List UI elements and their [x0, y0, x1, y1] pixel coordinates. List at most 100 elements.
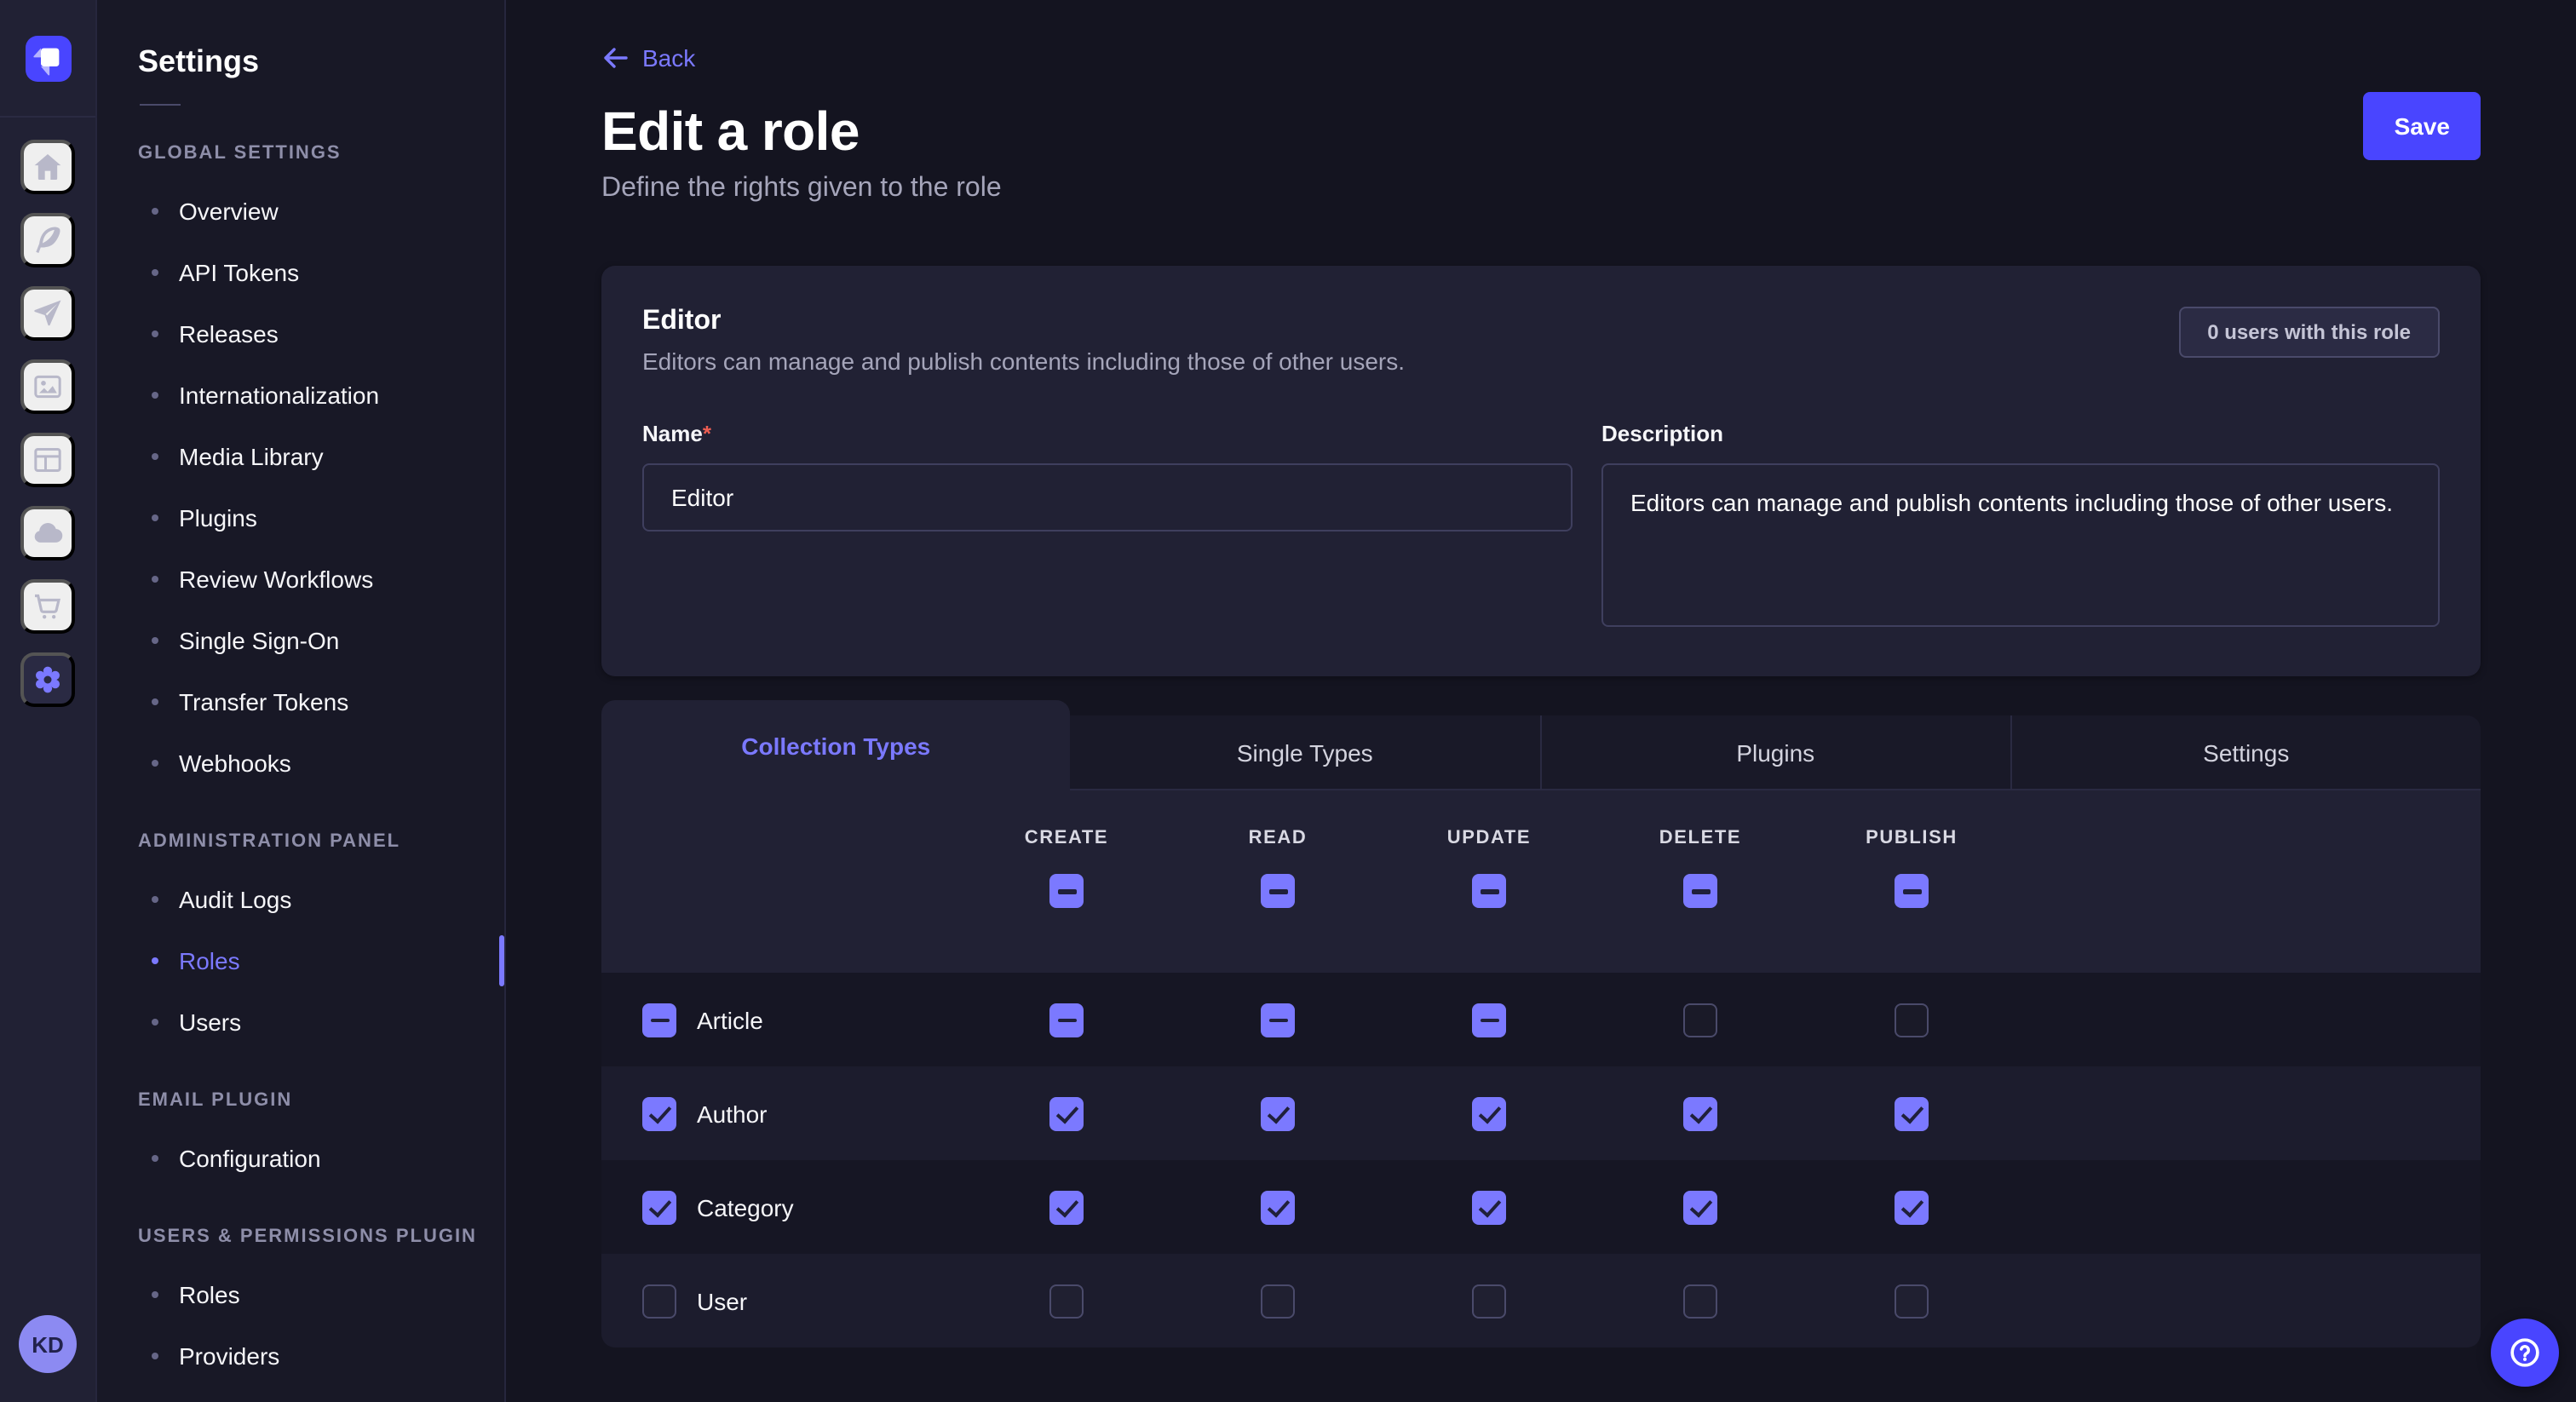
strapi-logo-icon	[25, 35, 71, 81]
nav-icon-list	[20, 140, 75, 726]
home-icon[interactable]	[20, 140, 75, 194]
tab-plugins[interactable]: Plugins	[1539, 715, 2010, 790]
list-item: Plugins	[97, 487, 504, 549]
permissions-tabs: Collection Types Single Types Plugins Se…	[601, 700, 2481, 790]
permission-cell	[1172, 1003, 1383, 1037]
checked-checkbox[interactable]	[1049, 1096, 1084, 1130]
indeterminate-checkbox[interactable]	[642, 1003, 676, 1037]
sidebar-item-audit-logs[interactable]: Audit Logs	[97, 869, 504, 930]
checked-checkbox[interactable]	[1683, 1190, 1717, 1224]
checked-checkbox[interactable]	[1683, 1096, 1717, 1130]
back-button[interactable]: Back	[601, 44, 695, 72]
unchecked-checkbox[interactable]	[1472, 1284, 1506, 1318]
tab-single-types[interactable]: Single Types	[1071, 715, 1540, 790]
sidebar-item-configuration[interactable]: Configuration	[97, 1128, 504, 1189]
user-avatar[interactable]: KD	[19, 1315, 77, 1373]
content-type-builder-icon[interactable]	[20, 433, 75, 487]
sidebar-item-webhooks[interactable]: Webhooks	[97, 733, 504, 794]
sidebar-item-media-library[interactable]: Media Library	[97, 426, 504, 487]
sidebar-item-users[interactable]: Users	[97, 991, 504, 1053]
unchecked-checkbox[interactable]	[1261, 1284, 1295, 1318]
name-input[interactable]	[642, 463, 1573, 531]
sidebar-item-single-sign-on[interactable]: Single Sign-On	[97, 610, 504, 671]
list-item: API Tokens	[97, 242, 504, 303]
sidebar-item-releases[interactable]: Releases	[97, 303, 504, 365]
permission-cell	[1383, 1284, 1595, 1318]
permission-column-update: UPDATE	[1383, 828, 1595, 973]
feather-icon[interactable]	[20, 213, 75, 267]
bullet-icon	[152, 760, 158, 767]
subnav-divider	[140, 104, 181, 106]
sidebar-item-label: Transfer Tokens	[179, 688, 348, 715]
main-content: Back Edit a role Define the rights given…	[506, 0, 2576, 1402]
sidebar-item-transfer-tokens[interactable]: Transfer Tokens	[97, 671, 504, 733]
unchecked-checkbox[interactable]	[1683, 1284, 1717, 1318]
unchecked-checkbox[interactable]	[1895, 1284, 1929, 1318]
sidebar-item-api-tokens[interactable]: API Tokens	[97, 242, 504, 303]
indeterminate-checkbox[interactable]	[1049, 1003, 1084, 1037]
permissions-table-header: CREATEREADUPDATEDELETEPUBLISH	[601, 790, 2481, 973]
checked-checkbox[interactable]	[1261, 1190, 1295, 1224]
checked-checkbox[interactable]	[1895, 1096, 1929, 1130]
settings-gear-icon[interactable]	[20, 652, 75, 707]
save-button[interactable]: Save	[2364, 92, 2481, 160]
role-title: Editor	[642, 307, 1405, 337]
sidebar-item-label: Review Workflows	[179, 566, 373, 593]
checked-checkbox[interactable]	[1049, 1190, 1084, 1224]
table-row-user: User	[601, 1254, 2481, 1347]
tab-collection-types[interactable]: Collection Types	[601, 700, 1071, 790]
indeterminate-checkbox[interactable]	[1472, 874, 1506, 908]
permission-cell	[1172, 1190, 1383, 1224]
sidebar-item-plugins[interactable]: Plugins	[97, 487, 504, 549]
description-textarea[interactable]: Editors can manage and publish contents …	[1601, 463, 2440, 627]
row-label: User	[697, 1287, 747, 1314]
name-field-group: Name*	[642, 419, 1573, 635]
bullet-icon	[152, 514, 158, 521]
permission-cell	[1595, 1003, 1806, 1037]
media-library-icon[interactable]	[20, 359, 75, 414]
table-row-category: Category	[601, 1160, 2481, 1254]
bullet-icon	[152, 576, 158, 583]
indeterminate-checkbox[interactable]	[1261, 874, 1295, 908]
checked-checkbox[interactable]	[1895, 1190, 1929, 1224]
sidebar-item-roles[interactable]: Roles	[97, 1264, 504, 1325]
description-field-label: Description	[1601, 421, 1723, 446]
unchecked-checkbox[interactable]	[1683, 1003, 1717, 1037]
help-button[interactable]	[2491, 1319, 2559, 1387]
sidebar-item-overview[interactable]: Overview	[97, 181, 504, 242]
bullet-icon	[152, 957, 158, 964]
indeterminate-checkbox[interactable]	[1472, 1003, 1506, 1037]
unchecked-checkbox[interactable]	[1895, 1003, 1929, 1037]
indeterminate-checkbox[interactable]	[1049, 874, 1084, 908]
sidebar-item-providers[interactable]: Providers	[97, 1325, 504, 1387]
list-item: Configuration	[97, 1128, 504, 1189]
checked-checkbox[interactable]	[1472, 1096, 1506, 1130]
marketplace-cart-icon[interactable]	[20, 579, 75, 634]
strapi-logo[interactable]	[25, 35, 71, 81]
bullet-icon	[152, 1155, 158, 1162]
sidebar-item-label: Providers	[179, 1342, 279, 1370]
unchecked-checkbox[interactable]	[1049, 1284, 1084, 1318]
sidebar-item-roles[interactable]: Roles	[97, 930, 504, 991]
sidebar-section-label: EMAIL PLUGIN	[97, 1090, 504, 1111]
cloud-icon[interactable]	[20, 506, 75, 560]
table-row-author: Author	[601, 1066, 2481, 1160]
sidebar-item-review-workflows[interactable]: Review Workflows	[97, 549, 504, 610]
indeterminate-checkbox[interactable]	[1683, 874, 1717, 908]
unchecked-checkbox[interactable]	[642, 1284, 676, 1318]
checked-checkbox[interactable]	[1472, 1190, 1506, 1224]
description-field-group: Description Editors can manage and publi…	[1601, 419, 2440, 635]
checked-checkbox[interactable]	[642, 1096, 676, 1130]
permission-cell	[1595, 1096, 1806, 1130]
tab-settings[interactable]: Settings	[2010, 715, 2481, 790]
settings-nav: GLOBAL SETTINGS Overview API Tokens Rele…	[97, 143, 504, 1387]
paper-plane-icon[interactable]	[20, 286, 75, 341]
checked-checkbox[interactable]	[1261, 1096, 1295, 1130]
sidebar-item-label: Configuration	[179, 1145, 321, 1172]
indeterminate-checkbox[interactable]	[1895, 874, 1929, 908]
indeterminate-checkbox[interactable]	[1261, 1003, 1295, 1037]
list-item: Media Library	[97, 426, 504, 487]
sidebar-item-internationalization[interactable]: Internationalization	[97, 365, 504, 426]
bullet-icon	[152, 637, 158, 644]
checked-checkbox[interactable]	[642, 1190, 676, 1224]
